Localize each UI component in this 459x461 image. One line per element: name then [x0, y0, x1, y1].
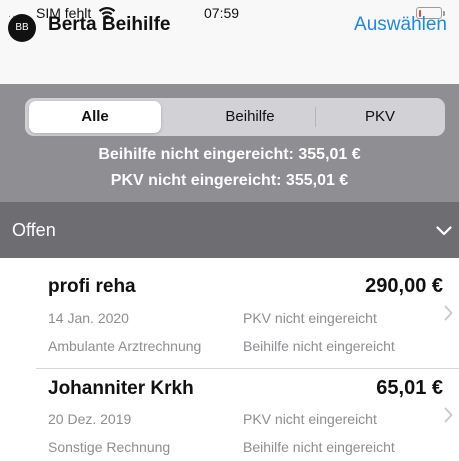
invoice-amount: 290,00 € — [365, 275, 443, 297]
invoice-amount: 65,01 € — [376, 377, 443, 399]
avatar[interactable]: BB — [8, 14, 36, 42]
invoice-type: Sonstige Rechnung — [48, 439, 171, 455]
invoice-beihilfe-status: Beihilfe nicht eingereicht — [243, 338, 395, 354]
section-header-offen[interactable] — [0, 202, 459, 258]
summary-beihilfe: Beihilfe nicht eingereicht: 355,01 € — [98, 146, 361, 163]
invoice-pkv-status: PKV nicht eingereicht — [243, 411, 377, 427]
invoice-beihilfe-status: Beihilfe nicht eingereicht — [243, 439, 395, 455]
clock: 07:59 — [204, 5, 240, 21]
chevron-down-icon[interactable] — [436, 226, 452, 236]
invoice-date: 20 Dez. 2019 — [48, 411, 132, 427]
invoice-pkv-status: PKV nicht eingereicht — [243, 310, 377, 326]
invoice-type: Ambulante Arztrechnung — [48, 338, 202, 354]
navigation-bar — [0, 36, 459, 84]
segmented-control: Alle Beihilfe PKV — [25, 98, 445, 136]
segment-alle[interactable]: Alle — [29, 101, 161, 133]
chevron-right-icon — [444, 407, 453, 423]
section-title: Offen — [12, 220, 56, 240]
segment-pkv[interactable]: PKV — [315, 98, 445, 136]
summary-pkv: PKV nicht eingereicht: 355,01 € — [110, 172, 349, 189]
page-title: Berta Beihilfe — [48, 14, 171, 35]
select-button[interactable]: Auswählen — [354, 14, 447, 36]
chevron-right-icon — [444, 305, 453, 321]
segment-beihilfe[interactable]: Beihilfe — [185, 98, 315, 136]
invoice-name: Johanniter Krkh — [48, 378, 194, 399]
invoice-name: profi reha — [48, 276, 136, 297]
invoice-date: 14 Jan. 2020 — [48, 310, 129, 326]
